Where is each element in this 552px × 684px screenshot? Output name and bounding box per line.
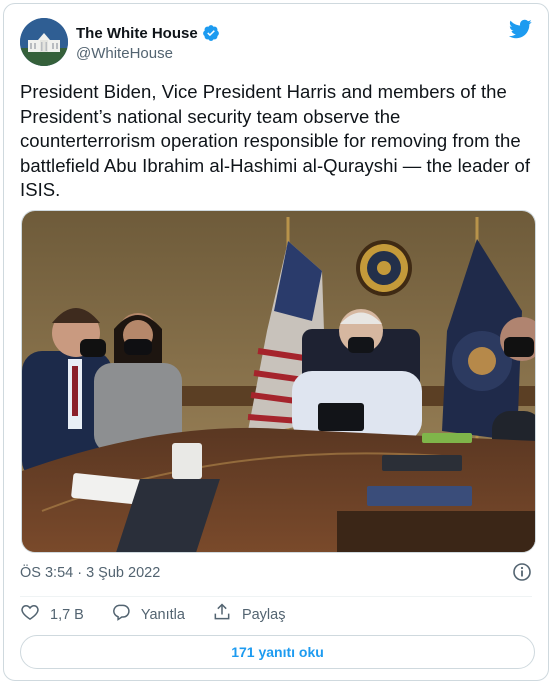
tweet-photo[interactable] [21,210,536,553]
tweet-actions: 1,7 B Yanıtla Paylaş [20,596,532,632]
tweet-text: President Biden, Vice President Harris a… [20,81,531,200]
info-icon[interactable] [512,562,532,582]
heart-icon [20,602,40,627]
author-avatar[interactable] [20,18,68,66]
author-display-name[interactable]: The White House [76,25,198,42]
display-name-row: The White House [76,24,220,42]
tweet-header: The White House @WhiteHouse [20,18,532,70]
author-names: The White House @WhiteHouse [76,24,220,62]
like-button[interactable]: 1,7 B [20,602,84,627]
reply-label: Yanıtla [140,606,185,623]
reply-button[interactable]: Yanıtla [111,602,185,627]
twitter-bird-icon[interactable] [508,18,532,40]
tweet-timestamp[interactable]: ÖS 3:54 · 3 Şub 2022 [20,565,160,581]
share-button[interactable]: Paylaş [212,602,286,627]
author-handle[interactable]: @WhiteHouse [76,45,220,62]
like-count: 1,7 B [50,606,84,623]
reply-bubble-icon [111,602,131,627]
share-icon [212,602,232,627]
verified-badge-icon [202,24,220,42]
tweet-card: The White House @WhiteHouse President Bi… [3,3,549,681]
share-label: Paylaş [241,606,286,623]
read-replies-button[interactable]: 171 yanıtı oku [20,635,535,669]
